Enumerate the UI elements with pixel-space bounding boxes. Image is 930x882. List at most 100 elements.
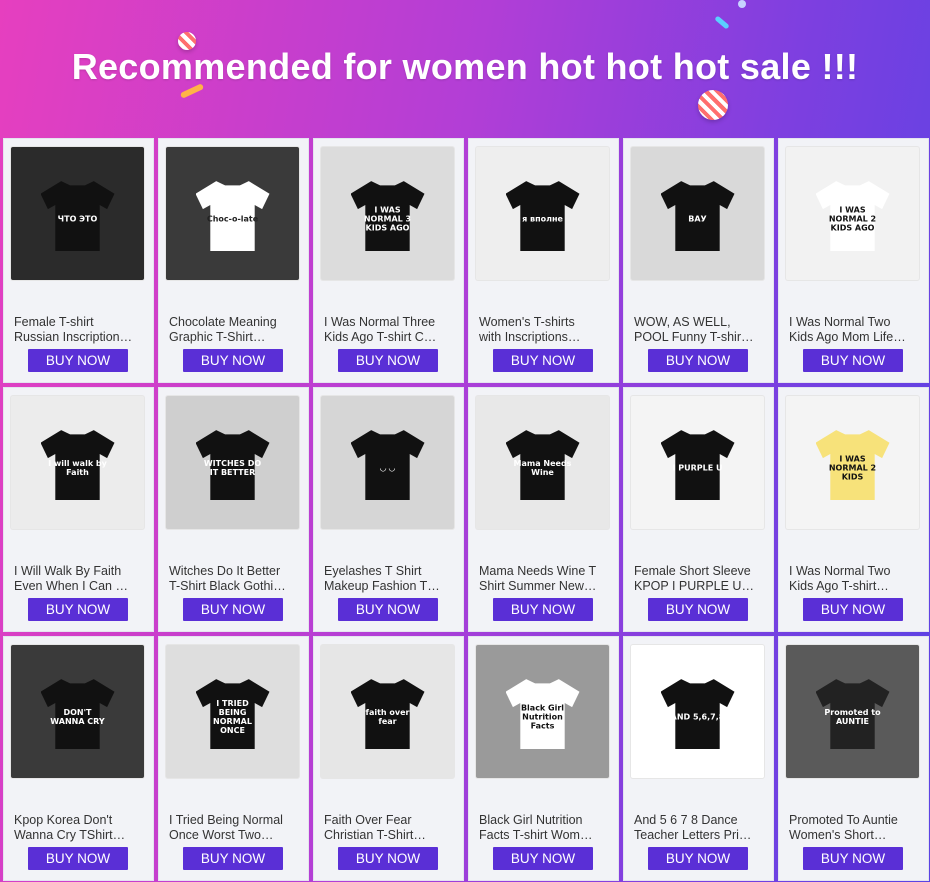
buy-now-button[interactable]: BUY NOW	[183, 598, 283, 621]
buy-now-button[interactable]: BUY NOW	[183, 847, 283, 870]
product-card[interactable]: ВАУ WOW, AS WELL, POOL Funny T-shir… BUY NO…	[623, 138, 774, 383]
product-card[interactable]: Black Girl Nutrition Facts Black Girl Nut…	[468, 636, 619, 881]
product-card[interactable]: I WAS NORMAL 3 KIDS AGO I Was Normal Thre…	[313, 138, 464, 383]
product-title-line1: Female Short Sleeve	[634, 564, 751, 578]
product-title-line2: with Inscriptions…	[479, 330, 581, 344]
product-title[interactable]: I Was Normal Three Kids Ago T-shirt C…	[324, 315, 452, 345]
product-image[interactable]: Black Girl Nutrition Facts	[476, 645, 609, 778]
shirt-print-text: ЧТО ЭТО	[57, 214, 98, 224]
product-image[interactable]: Mama Needs Wine	[476, 396, 609, 529]
product-title-line1: Women's T-shirts	[479, 315, 575, 329]
buy-now-button[interactable]: BUY NOW	[28, 349, 128, 372]
buy-now-button[interactable]: BUY NOW	[648, 349, 748, 372]
buy-now-button[interactable]: BUY NOW	[183, 349, 283, 372]
product-image[interactable]: I WAS NORMAL 2 KIDS AGO	[786, 147, 919, 280]
product-title[interactable]: WOW, AS WELL, POOL Funny T-shir…	[634, 315, 762, 345]
candy-decoration-icon	[698, 90, 728, 120]
product-image[interactable]: I will walk by Faith	[11, 396, 144, 529]
product-title-line2: KPOP I PURPLE U…	[634, 579, 754, 593]
product-title-line2: Kids Ago Mom Life…	[789, 330, 906, 344]
product-card[interactable]: I WAS NORMAL 2 KIDS I Was Normal Two Kids …	[778, 387, 929, 632]
product-image[interactable]: Choc-o-late	[166, 147, 299, 280]
product-card[interactable]: ◡ ◡ Eyelashes T Shirt Makeup Fashion T… BUY…	[313, 387, 464, 632]
product-title-line2: Kids Ago T-shirt C…	[324, 330, 437, 344]
product-title[interactable]: Eyelashes T Shirt Makeup Fashion T…	[324, 564, 452, 594]
product-title[interactable]: Black Girl Nutrition Facts T-shirt Wom…	[479, 813, 607, 843]
product-image[interactable]: I PURPLE U	[631, 396, 764, 529]
product-title[interactable]: I Tried Being Normal Once Worst Two…	[169, 813, 297, 843]
product-title[interactable]: And 5 6 7 8 Dance Teacher Letters Pri…	[634, 813, 762, 843]
product-image[interactable]: I TRIED BEING NORMAL ONCE	[166, 645, 299, 778]
product-title[interactable]: Chocolate Meaning Graphic T-Shirt…	[169, 315, 297, 345]
product-title[interactable]: Mama Needs Wine T Shirt Summer New…	[479, 564, 607, 594]
product-title-line1: Faith Over Fear	[324, 813, 412, 827]
buy-now-button[interactable]: BUY NOW	[338, 847, 438, 870]
product-title-line2: Facts T-shirt Wom…	[479, 828, 593, 842]
product-title[interactable]: Women's T-shirts with Inscriptions…	[479, 315, 607, 345]
buy-now-button[interactable]: BUY NOW	[803, 847, 903, 870]
buy-now-button[interactable]: BUY NOW	[648, 847, 748, 870]
product-image[interactable]: ◡ ◡	[321, 396, 454, 529]
product-image[interactable]: AND 5,6,7,8	[631, 645, 764, 778]
product-card[interactable]: WITCHES DO IT BETTER Witches Do It Better…	[158, 387, 309, 632]
product-title-line1: I Was Normal Two	[789, 564, 891, 578]
buy-now-button[interactable]: BUY NOW	[648, 598, 748, 621]
product-title-line1: Mama Needs Wine T	[479, 564, 597, 578]
product-title[interactable]: Female Short Sleeve KPOP I PURPLE U…	[634, 564, 762, 594]
buy-now-button[interactable]: BUY NOW	[338, 598, 438, 621]
product-image[interactable]: я вполне	[476, 147, 609, 280]
product-card[interactable]: DON'T WANNA CRY Kpop Korea Don't Wanna Cry…	[3, 636, 154, 881]
product-card[interactable]: I WAS NORMAL 2 KIDS AGO I Was Normal Two K…	[778, 138, 929, 383]
product-image[interactable]: DON'T WANNA CRY	[11, 645, 144, 778]
product-card[interactable]: я вполне Women's T-shirts with Inscription…	[468, 138, 619, 383]
product-title[interactable]: Kpop Korea Don't Wanna Cry TShirt…	[14, 813, 142, 843]
buy-now-button[interactable]: BUY NOW	[28, 598, 128, 621]
product-title[interactable]: Promoted To Auntie Women's Short…	[789, 813, 917, 843]
product-image[interactable]: ЧТО ЭТО	[11, 147, 144, 280]
product-title[interactable]: I Was Normal Two Kids Ago Mom Life…	[789, 315, 917, 345]
shirt-print-text: Mama Needs Wine	[513, 458, 572, 477]
confetti-decoration-icon	[738, 0, 746, 8]
product-card[interactable]: I will walk by Faith I Will Walk By Faith…	[3, 387, 154, 632]
product-title[interactable]: Female T-shirt Russian Inscription…	[14, 315, 142, 345]
product-card[interactable]: I TRIED BEING NORMAL ONCE I Tried Being N…	[158, 636, 309, 881]
buy-now-button[interactable]: BUY NOW	[803, 598, 903, 621]
product-card[interactable]: Promoted to AUNTIE Promoted To Auntie Wome…	[778, 636, 929, 881]
product-card[interactable]: ЧТО ЭТО Female T-shirt Russian Inscription…	[3, 138, 154, 383]
product-title[interactable]: I Was Normal Two Kids Ago T-shirt…	[789, 564, 917, 594]
product-card[interactable]: Choc-o-late Chocolate Meaning Graphic T-Sh…	[158, 138, 309, 383]
product-title[interactable]: Witches Do It Better T-Shirt Black Gothi…	[169, 564, 297, 594]
streamer-decoration-icon	[714, 15, 730, 30]
product-grid: ЧТО ЭТО Female T-shirt Russian Inscription…	[0, 136, 930, 882]
buy-now-button[interactable]: BUY NOW	[493, 349, 593, 372]
product-title-line2: Women's Short…	[789, 828, 887, 842]
shirt-print-text: ◡ ◡	[379, 463, 396, 473]
product-title[interactable]: Faith Over Fear Christian T-Shirt…	[324, 813, 452, 843]
product-image[interactable]: faith over fear	[321, 645, 454, 778]
shirt-print-text: I WAS NORMAL 2 KIDS AGO	[828, 205, 877, 233]
product-image[interactable]: I WAS NORMAL 2 KIDS	[786, 396, 919, 529]
buy-now-button[interactable]: BUY NOW	[338, 349, 438, 372]
product-image[interactable]: Promoted to AUNTIE	[786, 645, 919, 778]
product-image[interactable]: WITCHES DO IT BETTER	[166, 396, 299, 529]
shirt-print-text: WITCHES DO IT BETTER	[203, 458, 262, 477]
product-card[interactable]: Mama Needs Wine Mama Needs Wine T Shirt Su…	[468, 387, 619, 632]
buy-now-button[interactable]: BUY NOW	[28, 847, 128, 870]
shirt-print-text: я вполне	[522, 214, 563, 224]
product-title-line2: Christian T-Shirt…	[324, 828, 426, 842]
product-card[interactable]: AND 5,6,7,8 And 5 6 7 8 Dance Teacher Lett…	[623, 636, 774, 881]
product-image[interactable]: I WAS NORMAL 3 KIDS AGO	[321, 147, 454, 280]
buy-now-button[interactable]: BUY NOW	[803, 349, 903, 372]
product-card[interactable]: faith over fear Faith Over Fear Christian …	[313, 636, 464, 881]
shirt-print-text: I PURPLE U	[672, 463, 723, 473]
product-card[interactable]: I PURPLE U Female Short Sleeve KPOP I PURP…	[623, 387, 774, 632]
banner-title: Recommended for women hot hot hot sale !…	[71, 46, 859, 87]
buy-now-button[interactable]: BUY NOW	[493, 847, 593, 870]
shirt-print-text: Promoted to AUNTIE	[824, 707, 881, 726]
product-title-line1: Witches Do It Better	[169, 564, 281, 578]
product-title-line1: And 5 6 7 8 Dance	[634, 813, 738, 827]
product-image[interactable]: ВАУ	[631, 147, 764, 280]
product-title-line2: Russian Inscription…	[14, 330, 133, 344]
product-title[interactable]: I Will Walk By Faith Even When I Can …	[14, 564, 142, 594]
buy-now-button[interactable]: BUY NOW	[493, 598, 593, 621]
